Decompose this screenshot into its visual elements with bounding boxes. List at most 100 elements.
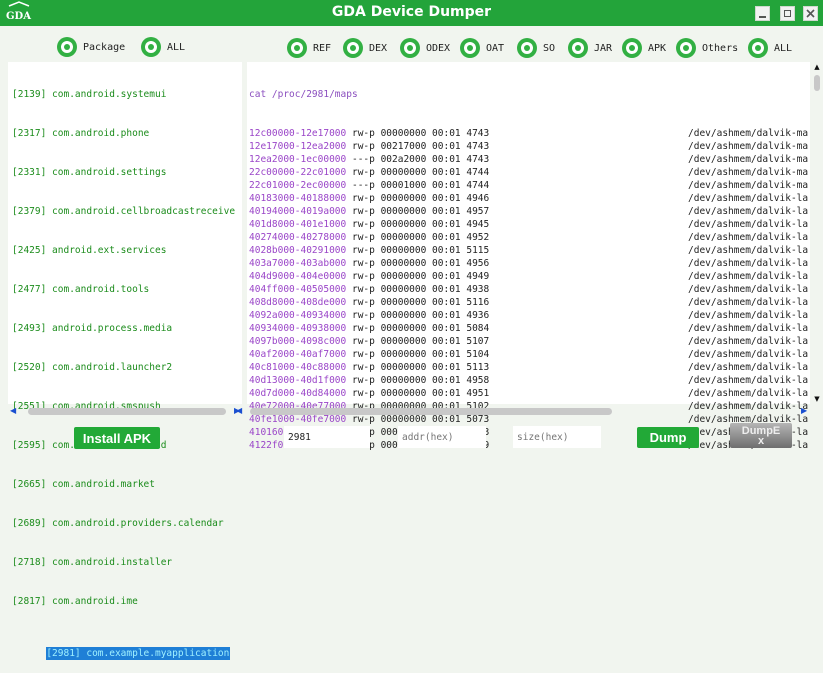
maps-info: rw-p 00000000 00:01 5116 (351, 297, 490, 308)
maximize-icon (784, 10, 791, 17)
maximize-button[interactable] (780, 6, 795, 21)
maps-range: 401d8000-401e1000 (249, 219, 347, 230)
radio-checked-icon (57, 37, 77, 57)
maps-output-panel[interactable]: cat /proc/2981/maps 12c00000-12e17000 rw… (247, 62, 810, 451)
dump-button[interactable]: Dump (637, 427, 699, 448)
size-field[interactable] (513, 426, 601, 448)
process-item[interactable]: [2477] com.android.tools (12, 283, 235, 296)
maps-hscroll-thumb[interactable] (250, 408, 612, 415)
filter-all-processes-radio[interactable]: ALL (141, 36, 185, 58)
process-item[interactable]: [2718] com.android.installer (12, 556, 235, 569)
maps-output[interactable]: cat /proc/2981/maps 12c00000-12e17000 rw… (249, 62, 809, 452)
maps-info: rw-p 00000000 00:01 4949 (351, 271, 490, 282)
maps-path: /dev/ashmem/dalvik-ma (688, 180, 809, 191)
maps-info: rw-p 00000000 00:01 4951 (351, 388, 490, 399)
maps-info: rw-p 00217000 00:01 4743 (351, 141, 490, 152)
maps-range: 4028b000-40291000 (249, 245, 347, 256)
scroll-up-icon[interactable]: ▲ (812, 62, 822, 72)
maps-range: 40d7d000-40d84000 (249, 388, 347, 399)
maps-vscrollbar[interactable]: ▲ ▼ (812, 62, 822, 404)
maps-row: 404ff000-40505000 rw-p 00000000 00:01 49… (249, 283, 809, 296)
maps-row: 40d7d000-40d84000 rw-p 00000000 00:01 49… (249, 387, 809, 400)
pid-field[interactable] (284, 426, 370, 448)
addr-field[interactable] (398, 426, 486, 448)
radio-checked-icon (141, 37, 161, 57)
process-item[interactable]: [2520] com.android.launcher2 (12, 361, 235, 374)
maps-range: 403a7000-403ab000 (249, 258, 347, 269)
process-list-hscrollbar[interactable]: ◀ ▶ (8, 406, 242, 416)
process-item[interactable]: [2317] com.android.phone (12, 127, 235, 140)
scroll-right-icon[interactable]: ▶ (801, 406, 807, 416)
radio-checked-icon (622, 38, 642, 58)
maps-range: 40183000-40188000 (249, 193, 347, 204)
radio-checked-icon (568, 38, 588, 58)
close-button[interactable] (803, 6, 818, 21)
maps-row: 40194000-4019a000 rw-p 00000000 00:01 49… (249, 205, 809, 218)
process-item[interactable]: [2689] com.android.providers.calendar (12, 517, 235, 530)
filter-dex-radio[interactable]: DEX (343, 37, 387, 59)
process-item[interactable]: [2493] android.process.media (12, 322, 235, 335)
maps-row: 12c00000-12e17000 rw-p 00000000 00:01 47… (249, 127, 809, 140)
process-item[interactable]: [2425] android.ext.services (12, 244, 235, 257)
maps-range: 40934000-40938000 (249, 323, 347, 334)
maps-row: 408d8000-408de000 rw-p 00000000 00:01 51… (249, 296, 809, 309)
maps-row: 40274000-40278000 rw-p 00000000 00:01 49… (249, 231, 809, 244)
maps-path: /dev/ashmem/dalvik-la (688, 323, 809, 334)
maps-vscroll-thumb[interactable] (814, 75, 820, 91)
maps-row: 40934000-40938000 rw-p 00000000 00:01 50… (249, 322, 809, 335)
maps-path: /dev/ashmem/dalvik-la (688, 284, 809, 295)
maps-row: 4097b000-4098c000 rw-p 00000000 00:01 51… (249, 335, 809, 348)
maps-range: 12c00000-12e17000 (249, 128, 347, 139)
maps-range: 40c81000-40c88000 (249, 362, 347, 373)
install-apk-button[interactable]: Install APK (74, 427, 160, 449)
filter-all-types-radio[interactable]: ALL (748, 37, 792, 59)
filter-oat-radio[interactable]: OAT (460, 37, 504, 59)
maps-info: rw-p 00000000 00:01 4958 (351, 375, 490, 386)
maps-path: /dev/ashmem/dalvik-ma (688, 154, 809, 165)
radio-checked-icon (517, 38, 537, 58)
maps-range: 12ea2000-1ec00000 (249, 154, 347, 165)
filter-all-types-label: ALL (774, 42, 793, 54)
maps-row: 404d9000-404e0000 rw-p 00000000 00:01 49… (249, 270, 809, 283)
filter-others-radio[interactable]: Others (676, 37, 738, 59)
process-item-selected-row[interactable]: [2981] com.example.myapplication (12, 634, 235, 660)
maps-info: rw-p 00000000 00:01 5104 (351, 349, 490, 360)
maps-range: 408d8000-408de000 (249, 297, 347, 308)
maps-hscrollbar[interactable]: ◀ ▶ (236, 406, 811, 416)
scroll-left-icon[interactable]: ◀ (10, 406, 16, 416)
process-item[interactable]: [2665] com.android.market (12, 478, 235, 491)
process-item-selected[interactable]: [2981] com.example.myapplication (46, 647, 231, 660)
minimize-button[interactable] (755, 6, 770, 21)
filter-odex-radio[interactable]: ODEX (400, 37, 450, 59)
maps-path: /dev/ashmem/dalvik-ma (688, 167, 809, 178)
maps-info: ---p 002a2000 00:01 4743 (351, 154, 490, 165)
process-item[interactable]: [2817] com.android.ime (12, 595, 235, 608)
filter-dex-label: DEX (369, 42, 388, 54)
scroll-left-icon[interactable]: ◀ (236, 406, 242, 416)
maps-path: /dev/ashmem/dalvik-la (688, 375, 809, 386)
filter-jar-label: JAR (594, 42, 613, 54)
process-item[interactable]: [2331] com.android.settings (12, 166, 235, 179)
process-list-hscroll-thumb[interactable] (28, 408, 226, 415)
filter-others-label: Others (702, 42, 739, 54)
maps-path: /dev/ashmem/dalvik-la (688, 206, 809, 217)
process-item[interactable]: [2379] com.android.cellbroadcastreceive (12, 205, 235, 218)
process-item[interactable]: [2139] com.android.systemui (12, 88, 235, 101)
filter-so-radio[interactable]: SO (517, 37, 555, 59)
filter-so-label: SO (543, 42, 556, 54)
filter-apk-radio[interactable]: APK (622, 37, 666, 59)
process-list[interactable]: [2139] com.android.systemui [2317] com.a… (12, 62, 235, 673)
scroll-down-icon[interactable]: ▼ (812, 394, 822, 404)
maps-range: 22c00000-22c01000 (249, 167, 347, 178)
maps-info: rw-p 00000000 00:01 4938 (351, 284, 490, 295)
filter-ref-radio[interactable]: REF (287, 37, 331, 59)
maps-range: 40274000-40278000 (249, 232, 347, 243)
filter-jar-radio[interactable]: JAR (568, 37, 612, 59)
maps-info: rw-p 00000000 00:01 4945 (351, 219, 490, 230)
maps-info: rw-p 00000000 00:01 5115 (351, 245, 490, 256)
maps-path: /dev/ashmem/dalvik-la (688, 245, 809, 256)
filter-package-radio[interactable]: Package (57, 36, 125, 58)
maps-path: /dev/ashmem/dalvik-la (688, 258, 809, 269)
dumpex-button[interactable]: DumpE x (730, 423, 792, 448)
process-list-panel[interactable]: [2139] com.android.systemui [2317] com.a… (8, 62, 242, 660)
